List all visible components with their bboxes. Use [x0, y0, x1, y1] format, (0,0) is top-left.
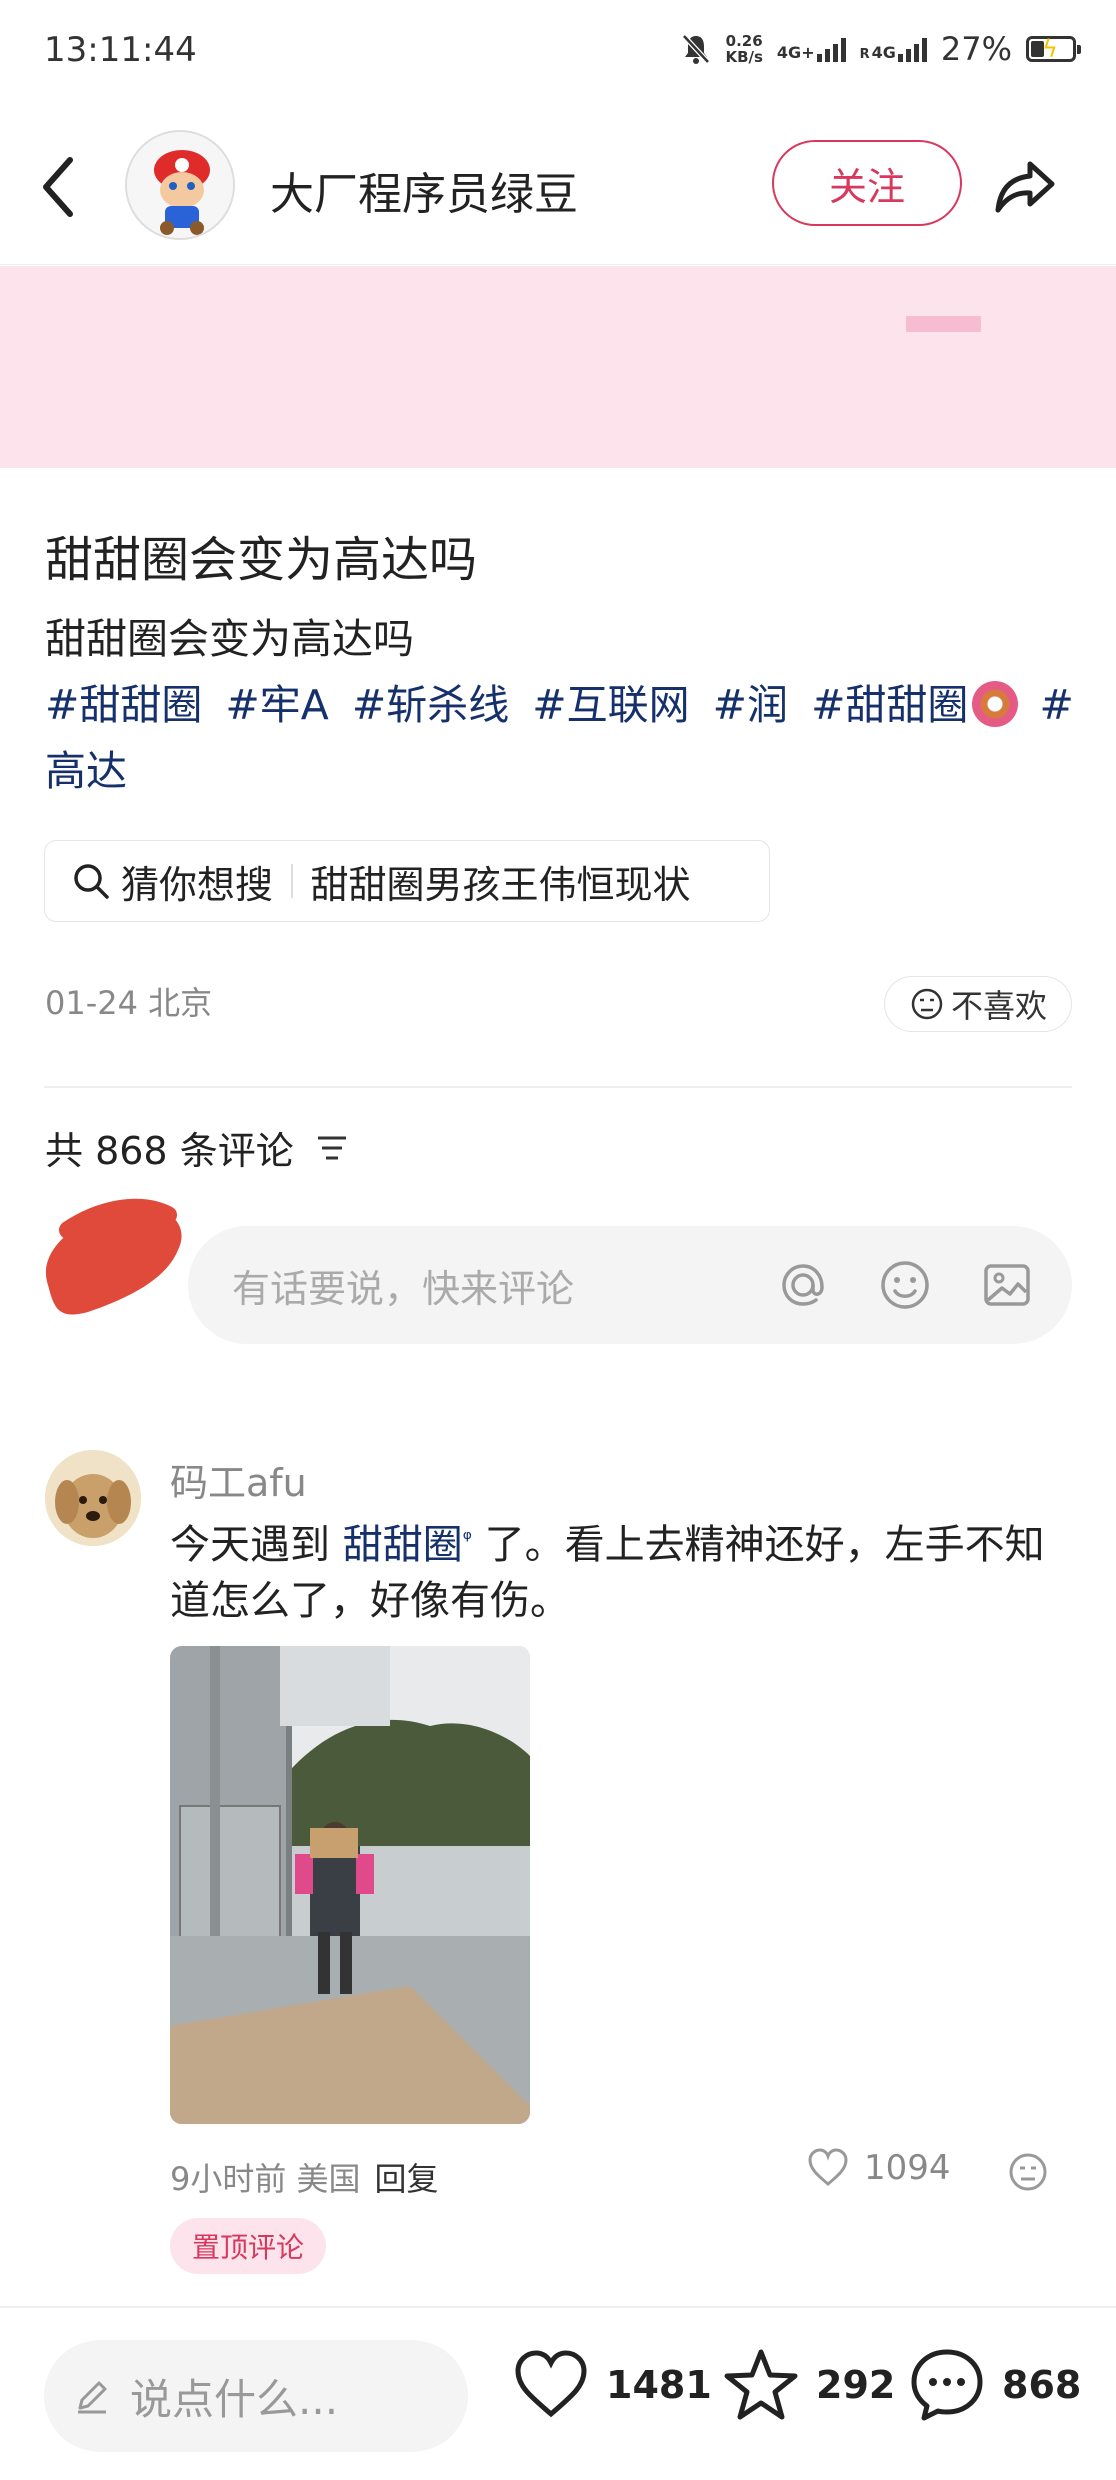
post-body-text: 甜甜圈会变为高达吗: [45, 615, 414, 663]
guess-search-box[interactable]: 猜你想搜 甜甜圈男孩王伟恒现状: [44, 840, 770, 922]
comment-photo: [170, 1646, 530, 2124]
dislike-face-icon[interactable]: [1006, 2150, 1050, 2194]
heart-icon: [808, 2148, 848, 2186]
dislike-face-icon: [911, 988, 943, 1020]
filter-icon[interactable]: [312, 1128, 352, 1168]
sim1-signal: 4G+: [777, 36, 846, 62]
star-icon: [724, 2349, 798, 2420]
commenter-name[interactable]: 码工afu: [170, 1452, 307, 1507]
heart-icon: [515, 2350, 587, 2418]
post-title: 甜甜圈会变为高达吗: [45, 532, 478, 588]
like-count: 1481: [606, 2363, 712, 2407]
dislike-button[interactable]: 不喜欢: [884, 976, 1072, 1032]
favorite-button[interactable]: 292: [722, 2346, 895, 2424]
guess-label: 猜你想搜: [121, 862, 274, 907]
image-icon[interactable]: [976, 1254, 1038, 1316]
emoji-icon[interactable]: [874, 1254, 936, 1316]
tag-link[interactable]: #甜甜圈: [45, 681, 202, 729]
like-button[interactable]: 1481: [512, 2346, 712, 2424]
tag-link[interactable]: #牢A: [225, 681, 328, 729]
comment-input[interactable]: 有话要说，快来评论: [188, 1226, 1072, 1344]
pinned-badge: 置顶评论: [170, 2218, 326, 2274]
status-bar: 13:11:44 0.26 KB/s 4G+ R 4G 27% ϟ: [0, 0, 1116, 110]
comment-link[interactable]: 甜甜圈: [343, 1522, 463, 1568]
bell-muted-icon: [682, 34, 711, 64]
battery-icon: ϟ: [1026, 36, 1081, 62]
back-icon[interactable]: [40, 152, 80, 222]
post-banner: [0, 266, 1116, 468]
banner-indicator: [906, 316, 981, 332]
share-icon[interactable]: [990, 150, 1062, 222]
tag-link[interactable]: #甜甜圈: [811, 681, 968, 729]
comments-count: 共 868 条评论: [45, 1120, 352, 1175]
avatar-image: [127, 132, 233, 238]
reply-button[interactable]: 回复: [375, 2160, 439, 2198]
search-icon: [74, 864, 109, 899]
sim2-label: 4G: [871, 43, 896, 62]
comment-input-placeholder: 有话要说，快来评论: [232, 1266, 575, 1311]
comment-button[interactable]: 868: [908, 2346, 1081, 2424]
tag-link[interactable]: #润: [713, 681, 788, 729]
net-speed: 0.26 KB/s: [725, 33, 762, 65]
tag-link[interactable]: #互联网: [532, 681, 689, 729]
divider: [44, 1086, 1072, 1088]
sim1-label: 4G+: [776, 43, 815, 62]
comment-input-actions: [772, 1254, 1038, 1316]
signal-icon: [897, 36, 927, 62]
comment-count: 868: [1002, 2363, 1082, 2407]
sim2-signal: R 4G: [860, 36, 927, 62]
my-avatar-redacted: [45, 1198, 182, 1315]
commenter-avatar[interactable]: [45, 1450, 141, 1546]
comment-time-location: 9小时前 美国: [170, 2160, 361, 2198]
author-name[interactable]: 大厂程序员绿豆: [270, 158, 578, 222]
guess-query[interactable]: 甜甜圈男孩王伟恒现状: [311, 854, 691, 909]
say-something-input[interactable]: 说点什么...: [44, 2340, 468, 2452]
status-time: 13:11:44: [44, 30, 197, 70]
at-icon[interactable]: [772, 1254, 834, 1316]
post-header: 大厂程序员绿豆 关注: [0, 110, 1116, 265]
comment-like-count: 1094: [864, 2148, 951, 2188]
comment-icon: [911, 2349, 983, 2421]
post-tags: #甜甜圈 #牢A #斩杀线 #互联网 #润 #甜甜圈 #高达: [45, 672, 1075, 804]
say-placeholder: 说点什么...: [130, 2374, 339, 2424]
comment-text-before: 今天遇到: [170, 1522, 343, 1568]
status-indicators: 0.26 KB/s 4G+ R 4G 27% ϟ: [681, 30, 1081, 68]
roaming-label: R: [859, 47, 870, 62]
comment-text: 今天遇到 甜甜圈ᵠ 了。看上去精神还好，左手不知道怎么了，好像有伤。: [170, 1512, 1070, 1629]
comments-count-label: 共 868 条评论: [45, 1129, 294, 1173]
battery-percent: 27%: [940, 30, 1012, 68]
donut-emoji-icon: [972, 681, 1019, 727]
comment-like-button[interactable]: 1094: [806, 2146, 951, 2190]
favorite-count: 292: [816, 2363, 896, 2407]
bottom-action-bar: 说点什么... 1481 292 868: [0, 2320, 1116, 2480]
pencil-icon: [78, 2381, 107, 2414]
post-body: 甜甜圈会变为高达吗 #甜甜圈 #牢A #斩杀线 #互联网 #润 #甜甜圈 #高达: [45, 606, 1075, 804]
net-speed-value: 0.26: [725, 32, 763, 50]
signal-icon: [816, 36, 846, 62]
comment-image[interactable]: [170, 1646, 530, 2124]
net-speed-unit: KB/s: [725, 48, 763, 66]
tag-link[interactable]: #斩杀线: [352, 681, 509, 729]
search-small-icon: ᵠ: [462, 1527, 472, 1552]
divider: [0, 2306, 1116, 2308]
follow-button[interactable]: 关注: [772, 140, 962, 226]
author-avatar[interactable]: [125, 130, 235, 240]
commenter-avatar-image: [45, 1450, 141, 1546]
separator: [291, 864, 293, 898]
comment-meta: 9小时前 美国 回复: [170, 2154, 439, 2200]
dislike-label: 不喜欢: [950, 987, 1047, 1025]
post-date-location: 01-24 北京: [45, 984, 213, 1022]
